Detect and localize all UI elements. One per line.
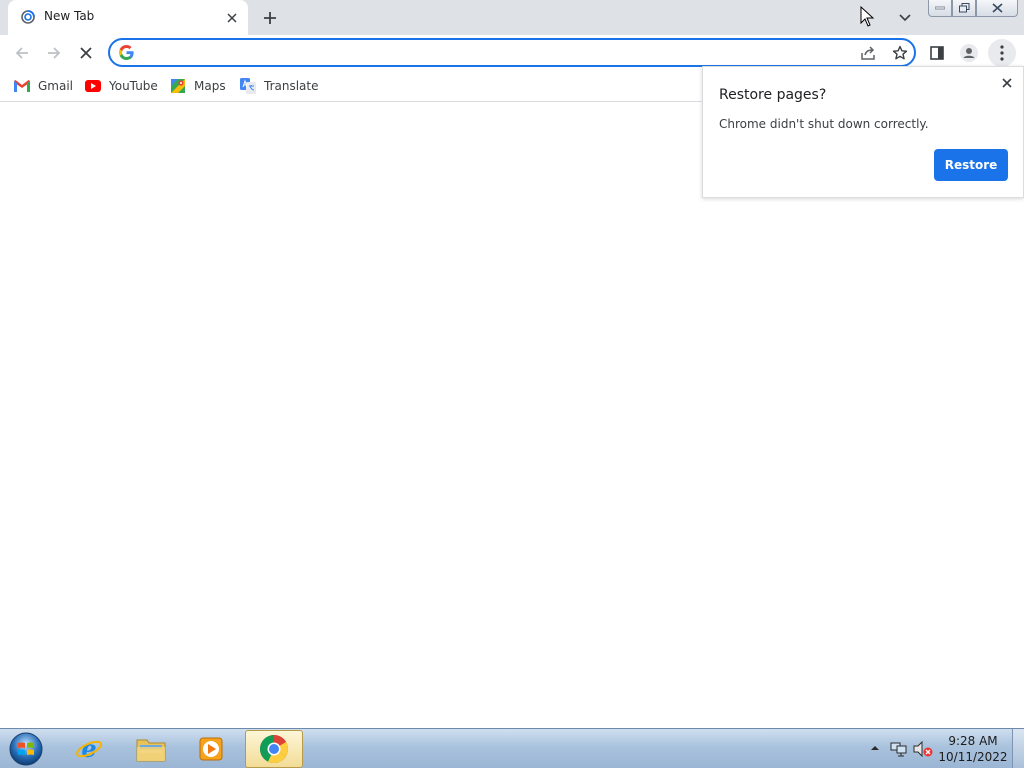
window-close-button[interactable] bbox=[976, 0, 1018, 17]
window-minimize-button[interactable] bbox=[928, 0, 952, 17]
popup-title: Restore pages? bbox=[719, 87, 827, 103]
bookmark-star-icon[interactable] bbox=[890, 43, 910, 63]
forward-arrow-icon[interactable] bbox=[40, 39, 68, 67]
windows-taskbar: e 9:28 AM 10/11/2022 bbox=[0, 728, 1024, 768]
taskbar-media-player[interactable] bbox=[182, 730, 240, 768]
youtube-icon bbox=[85, 78, 101, 94]
network-icon[interactable] bbox=[890, 741, 908, 757]
new-tab-plus-icon[interactable] bbox=[258, 6, 282, 30]
folder-icon bbox=[136, 739, 166, 762]
address-input[interactable] bbox=[142, 43, 842, 62]
windows-logo-icon bbox=[9, 732, 43, 766]
bookmark-maps[interactable]: Maps bbox=[170, 76, 226, 96]
side-panel-icon[interactable] bbox=[923, 39, 951, 67]
svg-text:e: e bbox=[81, 734, 96, 763]
bookmark-label: Gmail bbox=[38, 79, 74, 93]
maps-icon bbox=[170, 78, 186, 94]
google-g-icon bbox=[119, 45, 134, 60]
stop-loading-x-icon[interactable] bbox=[72, 39, 100, 67]
chrome-icon bbox=[260, 735, 288, 764]
profile-avatar-icon[interactable] bbox=[955, 39, 983, 67]
share-icon[interactable] bbox=[858, 43, 878, 63]
tab-new-tab[interactable]: New Tab bbox=[8, 0, 248, 35]
popup-message: Chrome didn't shut down correctly. bbox=[719, 117, 929, 131]
tab-strip: New Tab bbox=[0, 0, 1024, 35]
volume-muted-icon[interactable] bbox=[913, 740, 933, 758]
tab-title: New Tab bbox=[44, 9, 95, 23]
mouse-cursor-icon bbox=[860, 5, 876, 28]
taskbar-chrome[interactable] bbox=[245, 730, 303, 768]
restore-pages-popup: Restore pages? Chrome didn't shut down c… bbox=[702, 66, 1024, 198]
internet-explorer-icon: e bbox=[76, 734, 102, 763]
bookmark-label: Maps bbox=[194, 79, 226, 93]
address-bar[interactable] bbox=[108, 38, 916, 67]
back-arrow-icon[interactable] bbox=[8, 39, 36, 67]
tab-search-chevron-down-icon[interactable] bbox=[894, 7, 916, 29]
taskbar-windows-explorer[interactable] bbox=[122, 730, 180, 768]
bookmark-youtube[interactable]: YouTube bbox=[85, 76, 158, 96]
translate-icon bbox=[240, 78, 256, 94]
window-restore-button[interactable] bbox=[952, 0, 976, 17]
more-menu-kebab-icon[interactable] bbox=[988, 39, 1016, 67]
bookmark-gmail[interactable]: Gmail bbox=[14, 76, 73, 96]
tray-overflow-up-arrow-icon[interactable] bbox=[868, 741, 882, 755]
close-tab-icon[interactable] bbox=[222, 8, 242, 28]
bookmark-translate[interactable]: Translate bbox=[240, 76, 319, 96]
show-desktop-button[interactable] bbox=[1012, 729, 1024, 768]
taskbar-clock[interactable]: 9:28 AM 10/11/2022 bbox=[938, 733, 1008, 765]
start-button[interactable] bbox=[6, 730, 46, 768]
media-player-icon bbox=[199, 737, 223, 761]
browser-toolbar bbox=[0, 35, 1024, 70]
taskbar-internet-explorer[interactable]: e bbox=[60, 730, 118, 768]
loading-icon bbox=[20, 9, 36, 25]
gmail-icon bbox=[14, 78, 30, 94]
bookmark-label: YouTube bbox=[109, 79, 158, 93]
clock-time: 9:28 AM bbox=[948, 734, 998, 748]
clock-date: 10/11/2022 bbox=[938, 750, 1008, 764]
bookmark-label: Translate bbox=[264, 79, 319, 93]
close-icon[interactable] bbox=[997, 73, 1017, 93]
restore-button[interactable]: Restore bbox=[934, 149, 1008, 181]
